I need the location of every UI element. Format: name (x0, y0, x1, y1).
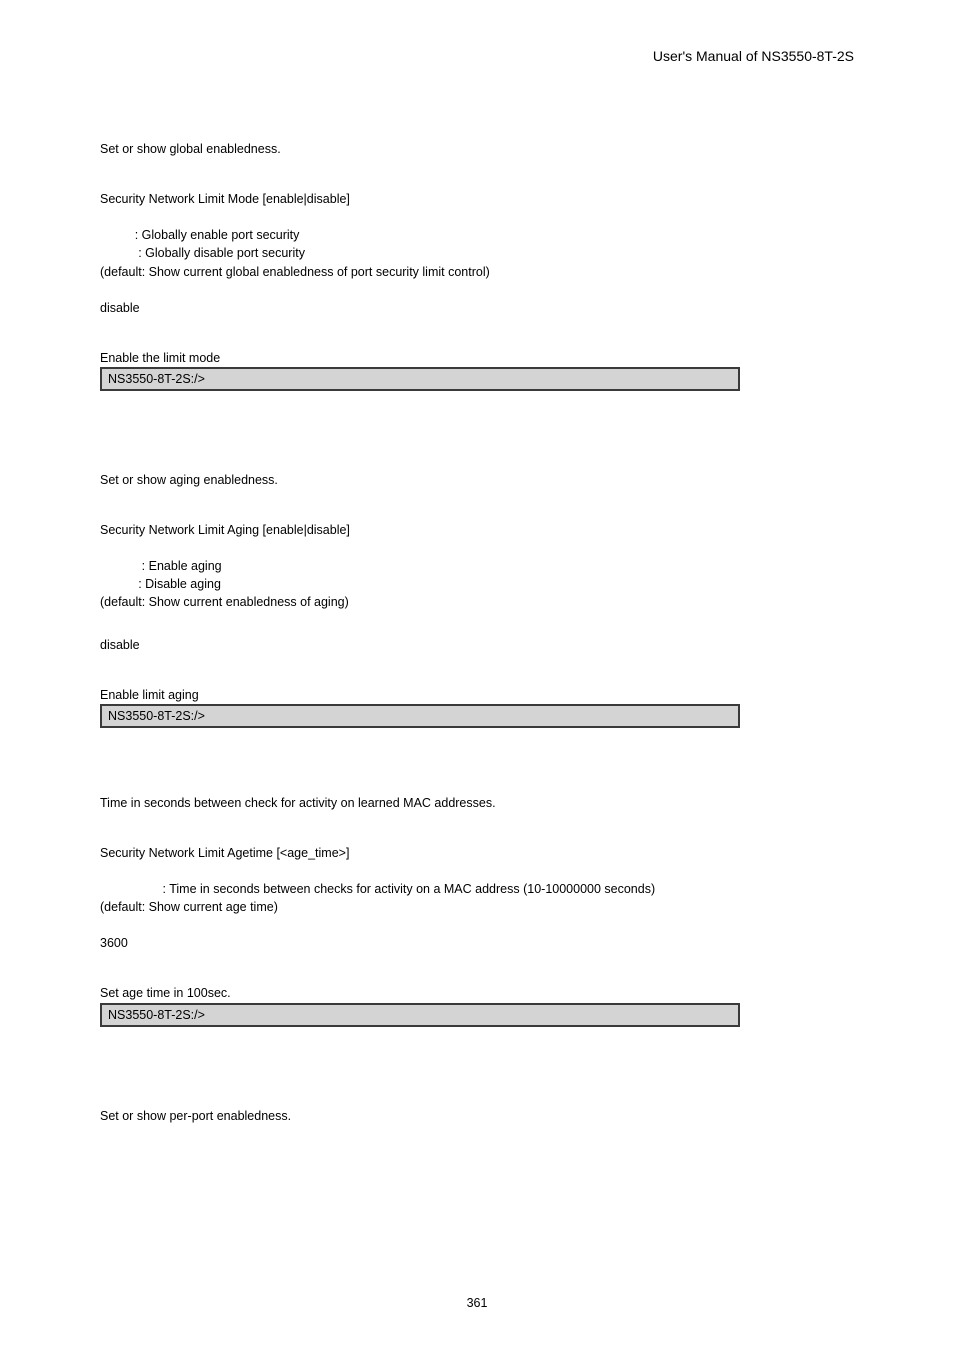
s3-desc: Time in seconds between check for activi… (100, 794, 855, 812)
header-title: User's Manual of NS3550-8T-2S (653, 48, 854, 64)
page-content: Set or show global enabledness. Security… (100, 140, 855, 1125)
s2-param3: (default: Show current enabledness of ag… (100, 593, 855, 611)
s3-syntax: Security Network Limit Agetime [<age_tim… (100, 844, 855, 862)
s1-param2: : Globally disable port security (100, 244, 855, 262)
s2-example-label: Enable limit aging (100, 686, 855, 704)
s2-param2: : Disable aging (100, 575, 855, 593)
s1-param3: (default: Show current global enablednes… (100, 263, 855, 281)
s1-param1: : Globally enable port security (100, 226, 855, 244)
s2-default: disable (100, 636, 855, 654)
s3-example-label: Set age time in 100sec. (100, 984, 855, 1002)
s1-default: disable (100, 299, 855, 317)
s2-param1: : Enable aging (100, 557, 855, 575)
s3-cli-box: NS3550-8T-2S:/> (100, 1003, 740, 1027)
s1-desc: Set or show global enabledness. (100, 140, 855, 158)
s3-param2: (default: Show current age time) (100, 898, 855, 916)
s1-syntax: Security Network Limit Mode [enable|disa… (100, 190, 855, 208)
s1-example-label: Enable the limit mode (100, 349, 855, 367)
s3-cli-text: NS3550-8T-2S:/> (108, 1008, 205, 1022)
s1-cli-text: NS3550-8T-2S:/> (108, 372, 205, 386)
s2-cli-text: NS3550-8T-2S:/> (108, 709, 205, 723)
s2-cli-box: NS3550-8T-2S:/> (100, 704, 740, 728)
s2-desc: Set or show aging enabledness. (100, 471, 855, 489)
s3-default: 3600 (100, 934, 855, 952)
s2-syntax: Security Network Limit Aging [enable|dis… (100, 521, 855, 539)
s3-param1: : Time in seconds between checks for act… (100, 880, 855, 898)
s4-desc: Set or show per-port enabledness. (100, 1107, 855, 1125)
s1-cli-box: NS3550-8T-2S:/> (100, 367, 740, 391)
page-number: 361 (0, 1296, 954, 1310)
